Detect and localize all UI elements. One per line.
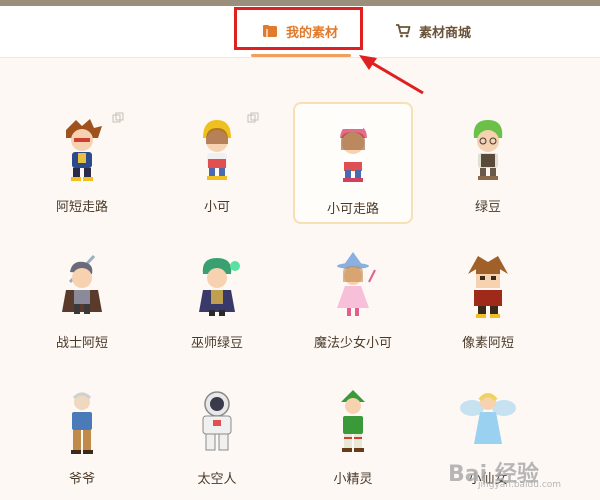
material-name: 战士阿短 <box>55 336 108 351</box>
annotation-arrow <box>359 55 424 95</box>
watermark: Bai 经验 jingyan.baidu.com <box>448 448 598 496</box>
character-avatar-icon <box>337 252 376 316</box>
material-name: 巫师绿豆 <box>190 336 243 351</box>
material-name: 小精灵 <box>333 472 373 487</box>
character-avatar-icon <box>66 119 102 181</box>
character-avatar-icon <box>199 258 240 316</box>
material-card[interactable]: 巫师绿豆 <box>157 238 277 360</box>
material-card[interactable]: 爷爷 <box>22 374 142 496</box>
material-grid: 阿短走路 小可 小可走路 绿豆 战士阿短 巫师绿豆 魔法少女小可 像素阿短 爷爷… <box>0 100 600 500</box>
character-avatar-icon <box>473 120 503 180</box>
material-name: 像素阿短 <box>461 336 514 351</box>
active-tab-underline <box>251 54 351 57</box>
tab-label: 素材商城 <box>419 25 472 41</box>
material-name: 小可走路 <box>326 202 379 217</box>
material-name: 绿豆 <box>474 200 501 215</box>
highlight-box <box>234 7 363 50</box>
material-card[interactable]: 小可 <box>157 102 277 224</box>
material-card[interactable]: 像素阿短 <box>428 238 548 360</box>
material-name: 爷爷 <box>68 472 95 487</box>
material-card[interactable]: 魔法少女小可 <box>293 238 413 360</box>
character-avatar-icon <box>62 254 102 314</box>
tab-material-store[interactable]: 素材商城 <box>395 18 471 44</box>
watermark-sub: jingyan.baidu.com <box>478 480 562 490</box>
copy-icon[interactable] <box>112 112 124 124</box>
material-card[interactable]: 小精灵 <box>293 374 413 496</box>
character-avatar-icon <box>202 391 232 451</box>
material-card[interactable]: 阿短走路 <box>22 102 142 224</box>
material-name: 太空人 <box>197 472 237 487</box>
character-avatar-icon <box>468 256 508 318</box>
character-avatar-icon <box>203 120 231 180</box>
material-card[interactable]: 绿豆 <box>428 102 548 224</box>
material-card[interactable]: 小可走路 <box>293 102 413 224</box>
material-card[interactable]: 太空人 <box>157 374 277 496</box>
cart-icon <box>396 24 411 38</box>
character-avatar-icon <box>340 124 367 182</box>
character-avatar-icon <box>460 393 516 444</box>
character-avatar-icon <box>71 392 93 454</box>
material-name: 小可 <box>203 200 230 215</box>
material-name: 阿短走路 <box>55 200 108 215</box>
material-card[interactable]: 战士阿短 <box>22 238 142 360</box>
copy-icon[interactable] <box>247 112 259 124</box>
character-avatar-icon <box>341 390 365 452</box>
material-name: 魔法少女小可 <box>313 336 392 351</box>
